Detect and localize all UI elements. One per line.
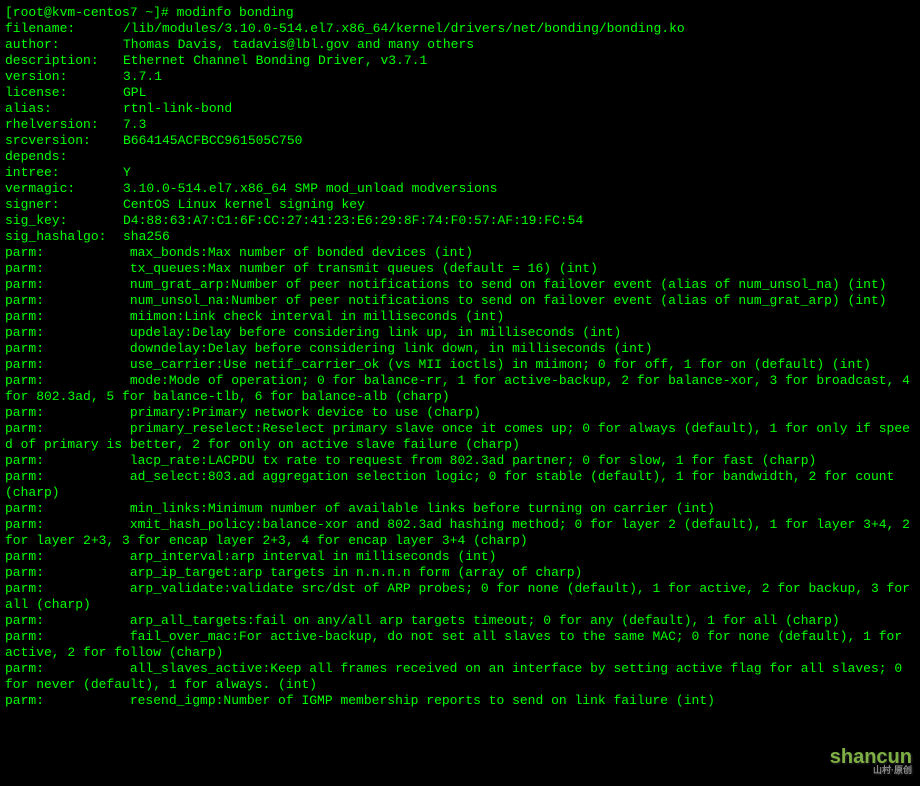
field-value: GPL: [123, 85, 146, 100]
watermark-logo: shancun 山村·原创: [830, 749, 912, 778]
field-row: author:Thomas Davis, tadavis@lbl.gov and…: [5, 37, 915, 53]
field-key: filename:: [5, 21, 123, 37]
parm-row: parm: resend_igmp:Number of IGMP members…: [5, 693, 915, 709]
field-key: srcversion:: [5, 133, 123, 149]
field-row: signer:CentOS Linux kernel signing key: [5, 197, 915, 213]
field-value: Ethernet Channel Bonding Driver, v3.7.1: [123, 53, 427, 68]
command-text: modinfo bonding: [177, 5, 294, 20]
field-row: sig_key:D4:88:63:A7:C1:6F:CC:27:41:23:E6…: [5, 213, 915, 229]
field-row: description:Ethernet Channel Bonding Dri…: [5, 53, 915, 69]
parm-row: parm: xmit_hash_policy:balance-xor and 8…: [5, 517, 915, 549]
parm-row: parm: min_links:Minimum number of availa…: [5, 501, 915, 517]
field-value: /lib/modules/3.10.0-514.el7.x86_64/kerne…: [123, 21, 685, 36]
parm-row: parm: num_unsol_na:Number of peer notifi…: [5, 293, 915, 309]
modinfo-fields: filename:/lib/modules/3.10.0-514.el7.x86…: [5, 21, 915, 245]
parm-row: parm: updelay:Delay before considering l…: [5, 325, 915, 341]
parm-row: parm: arp_all_targets:fail on any/all ar…: [5, 613, 915, 629]
field-key: vermagic:: [5, 181, 123, 197]
field-key: license:: [5, 85, 123, 101]
field-value: sha256: [123, 229, 170, 244]
parm-row: parm: lacp_rate:LACPDU tx rate to reques…: [5, 453, 915, 469]
field-row: version:3.7.1: [5, 69, 915, 85]
field-row: depends:: [5, 149, 915, 165]
field-key: version:: [5, 69, 123, 85]
parm-row: parm: tx_queues:Max number of transmit q…: [5, 261, 915, 277]
parm-row: parm: ad_select:803.ad aggregation selec…: [5, 469, 915, 501]
parm-row: parm: mode:Mode of operation; 0 for bala…: [5, 373, 915, 405]
field-value: Y: [123, 165, 131, 180]
field-key: sig_hashalgo:: [5, 229, 123, 245]
parm-row: parm: use_carrier:Use netif_carrier_ok (…: [5, 357, 915, 373]
field-key: alias:: [5, 101, 123, 117]
field-row: intree:Y: [5, 165, 915, 181]
field-key: description:: [5, 53, 123, 69]
parm-row: parm: arp_ip_target:arp targets in n.n.n…: [5, 565, 915, 581]
field-key: sig_key:: [5, 213, 123, 229]
parm-row: parm: primary_reselect:Reselect primary …: [5, 421, 915, 453]
field-row: alias:rtnl-link-bond: [5, 101, 915, 117]
field-value: B664145ACFBCC961505C750: [123, 133, 302, 148]
field-row: vermagic:3.10.0-514.el7.x86_64 SMP mod_u…: [5, 181, 915, 197]
field-key: intree:: [5, 165, 123, 181]
parm-row: parm: arp_validate:validate src/dst of A…: [5, 581, 915, 613]
field-value: 7.3: [123, 117, 146, 132]
field-key: depends:: [5, 149, 123, 165]
field-value: 3.10.0-514.el7.x86_64 SMP mod_unload mod…: [123, 181, 497, 196]
parm-row: parm: fail_over_mac:For active-backup, d…: [5, 629, 915, 661]
parm-row: parm: all_slaves_active:Keep all frames …: [5, 661, 915, 693]
parm-row: parm: primary:Primary network device to …: [5, 405, 915, 421]
modinfo-parms: parm: max_bonds:Max number of bonded dev…: [5, 245, 915, 709]
field-key: author:: [5, 37, 123, 53]
parm-row: parm: miimon:Link check interval in mill…: [5, 309, 915, 325]
shell-prompt: [root@kvm-centos7 ~]#: [5, 5, 177, 20]
parm-row: parm: max_bonds:Max number of bonded dev…: [5, 245, 915, 261]
command-line[interactable]: [root@kvm-centos7 ~]# modinfo bonding: [5, 5, 915, 21]
field-value: Thomas Davis, tadavis@lbl.gov and many o…: [123, 37, 474, 52]
field-value: CentOS Linux kernel signing key: [123, 197, 365, 212]
field-row: rhelversion:7.3: [5, 117, 915, 133]
parm-row: parm: downdelay:Delay before considering…: [5, 341, 915, 357]
field-value: D4:88:63:A7:C1:6F:CC:27:41:23:E6:29:8F:7…: [123, 213, 583, 228]
field-value: 3.7.1: [123, 69, 162, 84]
field-row: sig_hashalgo:sha256: [5, 229, 915, 245]
field-row: filename:/lib/modules/3.10.0-514.el7.x86…: [5, 21, 915, 37]
field-value: rtnl-link-bond: [123, 101, 232, 116]
parm-row: parm: arp_interval:arp interval in milli…: [5, 549, 915, 565]
parm-row: parm: num_grat_arp:Number of peer notifi…: [5, 277, 915, 293]
field-key: signer:: [5, 197, 123, 213]
field-key: rhelversion:: [5, 117, 123, 133]
field-row: license:GPL: [5, 85, 915, 101]
field-row: srcversion:B664145ACFBCC961505C750: [5, 133, 915, 149]
